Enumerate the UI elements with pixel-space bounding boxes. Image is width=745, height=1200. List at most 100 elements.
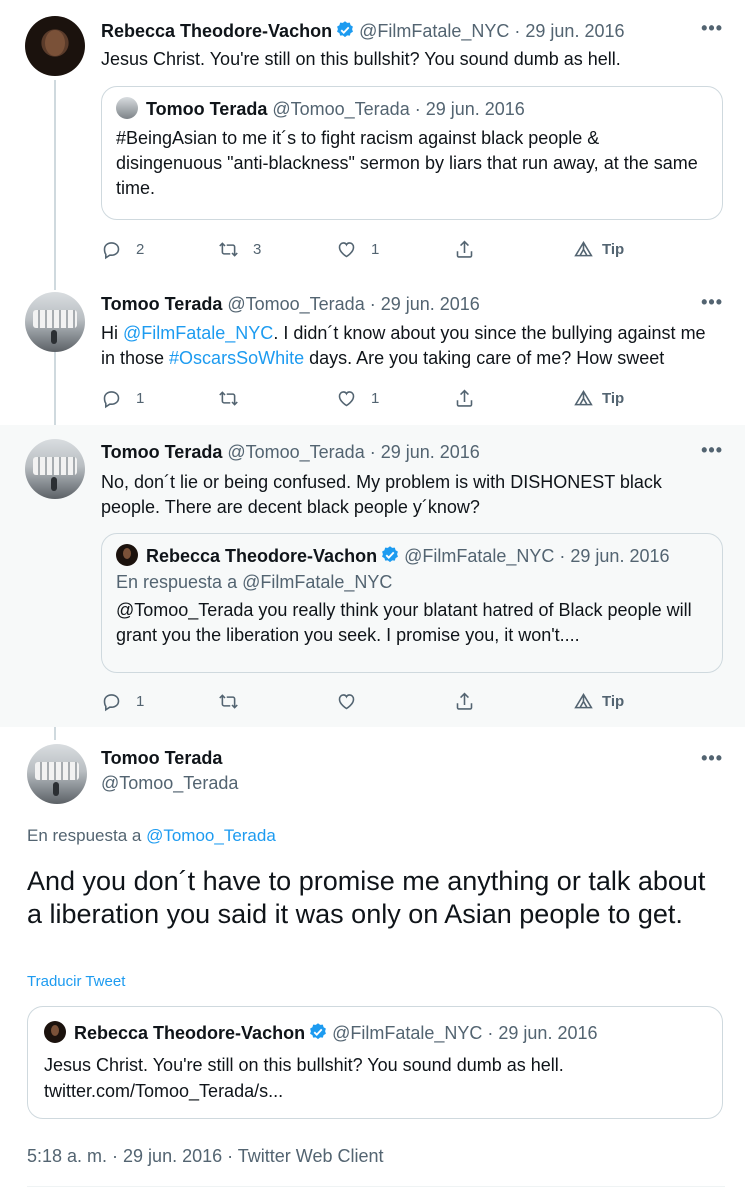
quote-date: · 29 jun. 2016 [559, 546, 670, 566]
avatar[interactable] [25, 292, 85, 352]
tip-button[interactable]: Tip [573, 237, 624, 261]
author-handle[interactable]: @Tomoo_Terada [101, 773, 238, 794]
tweet-metadata: 5:18 a. m. · 29 jun. 2016 · Twitter Web … [27, 1146, 384, 1166]
divider [27, 1186, 725, 1187]
avatar[interactable] [25, 439, 85, 499]
retweet-button[interactable] [218, 689, 253, 713]
tip-label: Tip [602, 240, 625, 258]
reply-button[interactable]: 1 [101, 386, 144, 410]
retweet-icon [219, 693, 238, 709]
author-handle[interactable]: @Tomoo_Terada [227, 442, 364, 462]
like-button[interactable] [336, 689, 371, 713]
quote-header: Tomoo Terada @Tomoo_Terada · 29 jun. 201… [116, 97, 708, 120]
share-button[interactable] [454, 237, 475, 261]
quote-date: · 29 jun. 2016 [487, 1023, 598, 1043]
like-count: 1 [371, 389, 380, 407]
retweet-button[interactable] [218, 386, 253, 410]
more-options-icon[interactable]: ••• [701, 292, 723, 313]
share-icon [456, 692, 473, 710]
quoted-tweet[interactable]: Tomoo Terada @Tomoo_Terada · 29 jun. 201… [101, 86, 723, 220]
tweet-date[interactable]: · 29 jun. 2016 [514, 21, 624, 41]
reply-button[interactable]: 2 [101, 237, 144, 261]
tweet-text: No, don´t lie or being confused. My prob… [101, 472, 662, 517]
tip-button[interactable]: Tip [573, 689, 624, 713]
quote-author-handle: @Tomoo_Terada [272, 99, 410, 119]
reply-count: 2 [136, 240, 145, 258]
tip-button[interactable]: Tip [573, 386, 624, 410]
quote-author-name: Rebecca Theodore-Vachon [146, 546, 378, 566]
share-icon [456, 240, 473, 258]
quote-text: @Tomoo_Terada you really think your blat… [116, 600, 692, 645]
retweet-button[interactable]: 3 [218, 237, 261, 261]
share-button[interactable] [454, 689, 475, 713]
avatar[interactable] [25, 16, 85, 76]
verified-badge-icon [337, 21, 353, 38]
share-button[interactable] [454, 386, 475, 410]
author-name[interactable]: Tomoo Terada [101, 294, 222, 314]
tip-icon [574, 389, 593, 405]
tweet-rebecca[interactable]: Rebecca Theodore-Vachon @FilmFatale_NYC ·… [0, 0, 745, 282]
retweet-icon [219, 241, 238, 257]
quote-link[interactable]: twitter.com/Tomoo_Terada/s... [44, 1081, 283, 1101]
heart-icon [338, 390, 355, 406]
tweet-text: Jesus Christ. You're still on this bulls… [101, 49, 621, 69]
text-segment: days. Are you taking care of me? How swe… [304, 348, 665, 368]
quote-text: Jesus Christ. You're still on this bulls… [44, 1052, 706, 1104]
reply-context: En respuesta a @Tomoo_Terada [27, 826, 276, 846]
retweet-count: 3 [253, 240, 262, 258]
quote-date: · 29 jun. 2016 [414, 99, 525, 119]
tweet-tomoo-1[interactable]: Tomoo Terada @Tomoo_Terada · 29 jun. 201… [0, 282, 745, 425]
quote-author-handle: @FilmFatale_NYC [404, 546, 555, 566]
quote-text: #BeingAsian to me it´s to fight racism a… [116, 128, 698, 198]
quote-author-name: Tomoo Terada [146, 99, 268, 119]
heart-icon [338, 693, 355, 709]
reply-handle-link[interactable]: @Tomoo_Terada [146, 826, 276, 845]
action-bar: 2 3 1 Tip [101, 237, 661, 261]
heart-icon [338, 241, 355, 257]
reply-button[interactable]: 1 [101, 689, 144, 713]
tweet-header: Tomoo Terada @Tomoo_Terada · 29 jun. 201… [101, 294, 480, 315]
author-handle[interactable]: @Tomoo_Terada [227, 294, 364, 314]
like-button[interactable]: 1 [336, 237, 379, 261]
tweet-date[interactable]: · 29 jun. 2016 [370, 294, 480, 314]
quoted-tweet[interactable]: Rebecca Theodore-Vachon @FilmFatale_NYC ·… [27, 1006, 723, 1119]
tip-label: Tip [602, 692, 625, 710]
action-bar: 1 1 Tip [101, 386, 661, 410]
main-tweet-text: And you don´t have to promise me anythin… [27, 866, 706, 929]
avatar [116, 544, 138, 566]
more-options-icon[interactable]: ••• [701, 440, 723, 461]
tweet-date[interactable]: · 29 jun. 2016 [370, 442, 480, 462]
verified-badge-icon [310, 1023, 326, 1040]
hashtag-link[interactable]: #OscarsSoWhite [169, 348, 304, 368]
translate-tweet-link[interactable]: Traducir Tweet [27, 973, 125, 990]
author-handle[interactable]: @FilmFatale_NYC [359, 21, 509, 41]
text-segment: Hi [101, 323, 123, 343]
author-name[interactable]: Tomoo Terada [101, 748, 222, 769]
tweet-text: Hi @FilmFatale_NYC. I didn´t know about … [101, 321, 721, 371]
tweet-tomoo-2[interactable]: Tomoo Terada @Tomoo_Terada · 29 jun. 201… [0, 425, 745, 727]
quote-author-name: Rebecca Theodore-Vachon [74, 1023, 306, 1043]
reply-count: 1 [136, 692, 145, 710]
more-options-icon[interactable]: ••• [701, 18, 723, 39]
quote-author-handle: @FilmFatale_NYC [332, 1023, 483, 1043]
like-count: 1 [371, 240, 380, 258]
avatar [116, 97, 138, 119]
tip-icon [574, 692, 593, 708]
author-name[interactable]: Rebecca Theodore-Vachon [101, 21, 332, 41]
tweet-header: Tomoo Terada @Tomoo_Terada · 29 jun. 201… [101, 442, 480, 463]
tip-label: Tip [602, 389, 625, 407]
quote-reply-context: En respuesta a @FilmFatale_NYC [116, 572, 393, 592]
quote-header: Rebecca Theodore-Vachon @FilmFatale_NYC ·… [44, 1021, 706, 1044]
action-bar: 1 Tip [101, 689, 661, 713]
tweet-header: Rebecca Theodore-Vachon @FilmFatale_NYC ·… [101, 20, 625, 42]
reply-icon [103, 390, 120, 408]
quoted-tweet[interactable]: Rebecca Theodore-Vachon @FilmFatale_NYC ·… [101, 533, 723, 673]
avatar[interactable] [27, 744, 87, 804]
author-name[interactable]: Tomoo Terada [101, 442, 222, 462]
more-options-icon[interactable]: ••• [701, 748, 723, 769]
mention-link[interactable]: @FilmFatale_NYC [123, 323, 273, 343]
reply-count: 1 [136, 389, 145, 407]
like-button[interactable]: 1 [336, 386, 379, 410]
share-icon [456, 389, 473, 407]
quote-header: Rebecca Theodore-Vachon @FilmFatale_NYC ·… [116, 544, 708, 567]
